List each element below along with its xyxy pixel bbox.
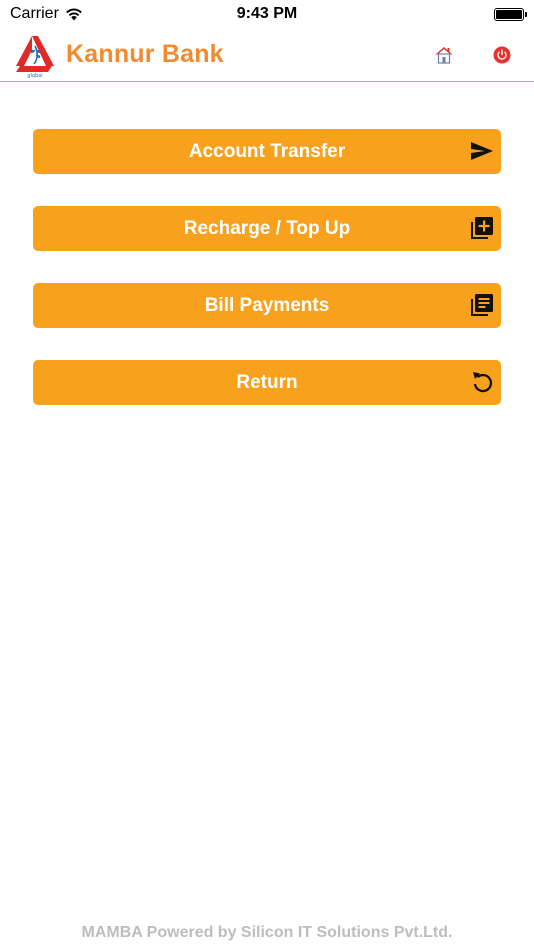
home-icon xyxy=(435,46,453,64)
return-button[interactable]: Return xyxy=(33,360,501,405)
status-bar: Carrier 9:43 PM xyxy=(0,0,534,28)
logout-button[interactable] xyxy=(490,43,514,67)
account-transfer-button[interactable]: Account Transfer xyxy=(33,129,501,174)
recharge-topup-button[interactable]: Recharge / Top Up xyxy=(33,206,501,251)
library-books-icon xyxy=(471,294,493,316)
transfer-menu: Account Transfer Recharge / Top Up Bill … xyxy=(33,129,501,437)
bill-payments-label: Bill Payments xyxy=(204,294,330,316)
bill-payments-button[interactable]: Bill Payments xyxy=(33,283,501,328)
status-left: Carrier xyxy=(10,5,83,23)
send-icon xyxy=(471,142,493,160)
add-box-icon xyxy=(471,217,493,239)
battery-icon xyxy=(494,7,527,21)
logo-text: global xyxy=(27,73,42,78)
return-label: Return xyxy=(236,371,298,393)
recharge-topup-label: Recharge / Top Up xyxy=(183,217,351,239)
power-icon xyxy=(493,46,511,63)
app-screen: Carrier 9:43 PM global Kannur Bank Accou… xyxy=(0,0,534,950)
wifi-icon xyxy=(66,8,82,20)
home-button[interactable] xyxy=(432,43,456,67)
footer-credit: MAMBA Powered by Silicon IT Solutions Pv… xyxy=(81,924,453,941)
app-title: Kannur Bank xyxy=(66,40,224,68)
account-transfer-label: Account Transfer xyxy=(188,140,346,162)
carrier-label: Carrier xyxy=(10,5,59,22)
bank-logo: global xyxy=(16,35,54,78)
app-header: global Kannur Bank xyxy=(0,28,534,82)
header-actions xyxy=(432,43,522,67)
battery-fill xyxy=(496,9,522,19)
refresh-icon xyxy=(473,372,493,393)
